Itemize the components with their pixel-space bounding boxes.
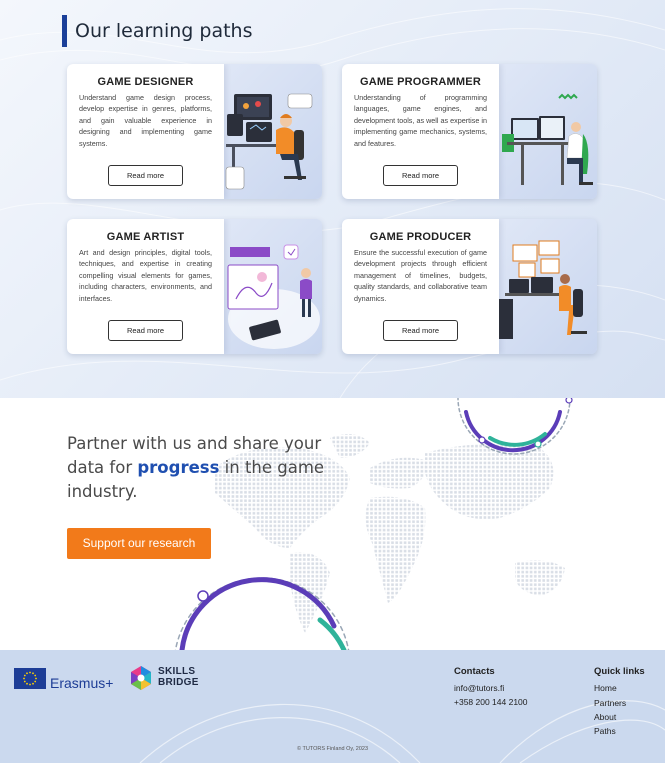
footer-link-partners[interactable]: Partners [594,696,645,710]
read-more-button[interactable]: Read more [108,165,183,186]
card-game-designer: GAME DESIGNER Understand game design pro… [67,64,322,199]
footer-link-paths[interactable]: Paths [594,724,645,738]
quick-links-title: Quick links [594,666,645,677]
card-title: GAME PROGRAMMER [360,76,481,88]
eu-flag-logo [14,668,46,689]
card-description: Art and design principles, digital tools… [79,248,212,303]
card-game-producer: GAME PRODUCER Ensure the successful exec… [342,219,597,354]
card-text-panel: GAME PRODUCER Ensure the successful exec… [342,219,499,354]
game-programmer-illustration [502,93,593,185]
card-title: GAME PRODUCER [369,231,472,243]
game-producer-illustration [499,240,587,339]
contact-email[interactable]: info@tutors.fi [454,681,528,695]
partner-section: Partner with us and share your data for … [0,398,665,650]
game-designer-illustration [225,93,313,190]
erasmus-logo-text: Erasmus+ [50,675,114,691]
skills-bridge-logo [131,666,151,690]
game-artist-illustration [227,244,320,349]
quick-links-block: Quick links Home Partners About Paths [594,665,645,738]
card-title: GAME DESIGNER [97,76,194,88]
card-text-panel: GAME PROGRAMMER Understanding of program… [342,64,499,199]
contacts-title: Contacts [454,666,495,677]
headline-highlight: progress [137,458,220,477]
skills-word: SKILLS [158,666,196,677]
card-text-panel: GAME DESIGNER Understand game design pro… [67,64,224,199]
contact-phone[interactable]: +358 200 144 2100 [454,695,528,709]
support-research-button[interactable]: Support our research [67,528,211,559]
skills-bridge-text: SKILLS BRIDGE [158,666,199,688]
read-more-button[interactable]: Read more [383,165,458,186]
footer-link-home[interactable]: Home [594,681,645,695]
card-game-programmer: GAME PROGRAMMER Understanding of program… [342,64,597,199]
card-description: Understanding of programming languages, … [354,93,487,148]
learning-paths-section: Our learning paths GAME DESIGNER Underst… [0,0,665,398]
card-description: Ensure the successful execution of game … [354,248,487,303]
read-more-button[interactable]: Read more [383,320,458,341]
bridge-word: BRIDGE [158,677,199,688]
section-title: Our learning paths [62,15,253,47]
read-more-button[interactable]: Read more [108,320,183,341]
card-title: GAME ARTIST [106,231,185,243]
contacts-block: Contacts info@tutors.fi +358 200 144 210… [454,665,528,709]
card-game-artist: GAME ARTIST Art and design principles, d… [67,219,322,354]
partner-headline: Partner with us and share your data for … [67,432,357,504]
card-text-panel: GAME ARTIST Art and design principles, d… [67,219,224,354]
copyright-text: © TUTORS Finland Oy, 2023 [297,746,368,752]
footer-link-about[interactable]: About [594,710,645,724]
card-description: Understand game design process, develop … [79,93,212,148]
footer: Erasmus+ SKILLS BRIDGE Contacts info@tut… [0,650,665,763]
